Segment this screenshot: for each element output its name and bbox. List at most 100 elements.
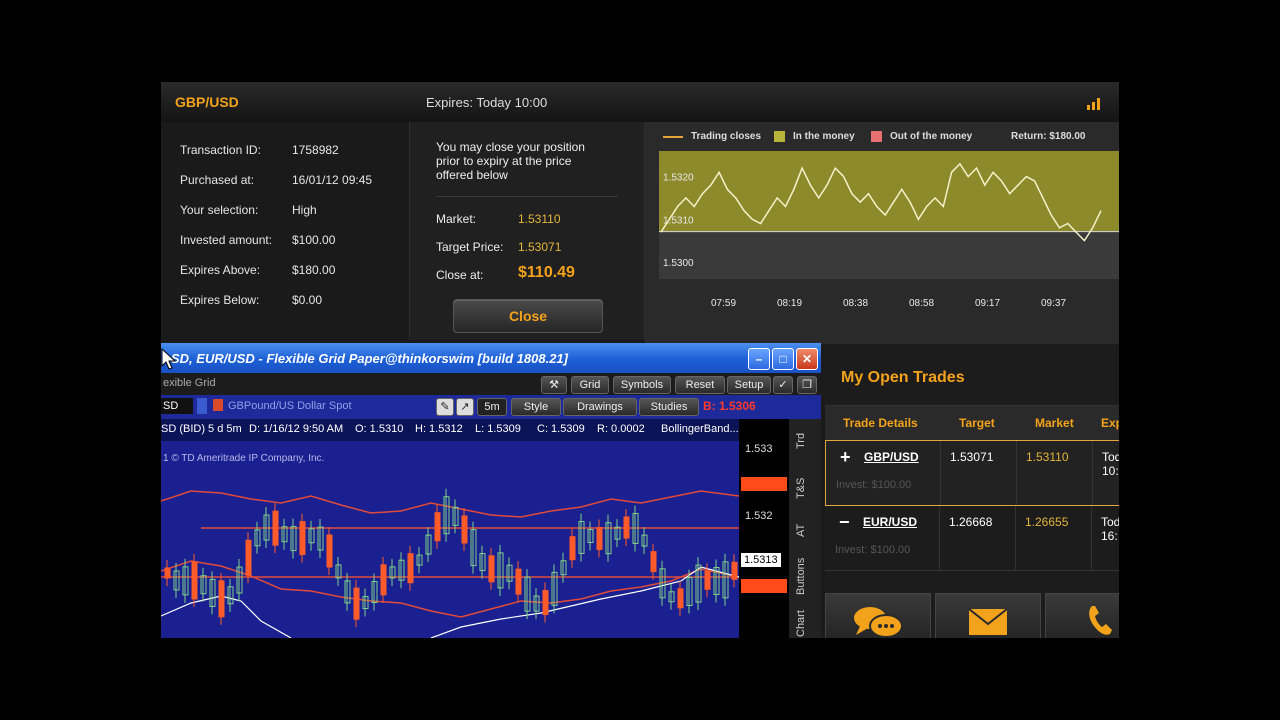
x-tick-label: 08:19 bbox=[777, 298, 802, 309]
close-at-label: Close at: bbox=[436, 268, 484, 282]
chart-symbol-info: SD (BID) 5 d 5m bbox=[161, 423, 242, 435]
detach-icon[interactable]: ❐ bbox=[797, 376, 817, 394]
close-at-value: $110.49 bbox=[518, 264, 575, 281]
trade-symbol-link[interactable]: GBP/USD bbox=[864, 450, 919, 464]
expand-icon[interactable]: + bbox=[840, 447, 851, 468]
setup-button[interactable]: Setup bbox=[727, 376, 771, 394]
price-tick: 1.532 bbox=[745, 510, 773, 522]
range-value: R: 0.0002 bbox=[597, 423, 645, 435]
candle-body bbox=[623, 516, 630, 539]
chat-icon bbox=[854, 607, 903, 638]
expires-above-value: $180.00 bbox=[292, 263, 336, 277]
side-tabs: Trd T&S AT Buttons Chart bbox=[789, 419, 821, 638]
trade-market: 1.26655 bbox=[1025, 515, 1069, 529]
header-target: Target bbox=[959, 416, 995, 430]
trade-row[interactable]: − EUR/USD Invest: $100.00 1.26668 1.2665… bbox=[825, 506, 1119, 571]
tab-at[interactable]: AT bbox=[795, 524, 807, 537]
candle-body bbox=[326, 534, 333, 568]
close-button[interactable]: Close bbox=[453, 299, 603, 333]
trade-invest: Invest: $100.00 bbox=[835, 544, 911, 556]
tab-tns[interactable]: T&S bbox=[795, 478, 807, 499]
open-trades-panel: My Open Trades Trade Details Target Mark… bbox=[825, 357, 1119, 638]
expiry-label: Expires: Today 10:00 bbox=[426, 95, 548, 110]
collapse-icon[interactable]: − bbox=[839, 512, 850, 533]
bid-price: B: 1.5306 bbox=[703, 399, 756, 413]
chat-button[interactable] bbox=[825, 593, 931, 638]
tab-chart[interactable]: Chart bbox=[795, 610, 807, 637]
candle-body bbox=[245, 539, 252, 576]
trades-header-row: Trade Details Target Market Exp bbox=[825, 405, 1119, 440]
minimize-button[interactable]: – bbox=[748, 348, 770, 370]
x-tick-label: 09:37 bbox=[1041, 298, 1066, 309]
thinkorswim-window[interactable]: SD, EUR/USD - Flexible Grid Paper@thinko… bbox=[161, 343, 821, 638]
candle-body bbox=[407, 553, 414, 584]
column-divider bbox=[1016, 441, 1017, 505]
tos-title-bar[interactable]: SD, EUR/USD - Flexible Grid Paper@thinko… bbox=[161, 343, 821, 373]
signal-icon[interactable] bbox=[1086, 96, 1102, 110]
trade-symbol-link[interactable]: EUR/USD bbox=[863, 515, 917, 529]
trade-row[interactable]: + GBP/USD Invest: $100.00 1.53071 1.5311… bbox=[825, 440, 1119, 506]
market-label: Market: bbox=[436, 212, 477, 226]
divider bbox=[436, 196, 618, 197]
symbol-description: GBPound/US Dollar Spot bbox=[228, 400, 352, 412]
trading-closes-swatch bbox=[663, 136, 683, 138]
open-trades-title: My Open Trades bbox=[841, 369, 965, 386]
purchased-label: Purchased at: bbox=[180, 173, 255, 187]
flag-icon bbox=[213, 399, 223, 411]
in-money-swatch bbox=[774, 131, 785, 142]
candle-body bbox=[542, 590, 549, 616]
email-button[interactable] bbox=[935, 593, 1041, 638]
chart-copyright: 1 © TD Ameritrade IP Company, Inc. bbox=[163, 453, 324, 464]
studies-button[interactable]: Studies bbox=[639, 398, 699, 416]
chart-date-info: D: 1/16/12 9:50 AM bbox=[249, 423, 344, 435]
candle-body bbox=[731, 561, 738, 580]
price-tick: 1.533 bbox=[745, 443, 773, 455]
candle-body bbox=[596, 526, 603, 550]
symbols-button[interactable]: Symbols bbox=[613, 376, 671, 394]
current-price-marker: 1.5313 bbox=[741, 553, 781, 567]
chart-info-bar: SD (BID) 5 d 5m D: 1/16/12 9:50 AM O: 1.… bbox=[161, 419, 739, 441]
candle-body bbox=[677, 588, 684, 609]
price-line-chart[interactable]: 1.53201.53101.5300 07:59 08:19 08:38 08:58 0… bbox=[659, 151, 1119, 317]
candle-body bbox=[299, 521, 306, 556]
close-window-button[interactable]: ✕ bbox=[796, 348, 818, 370]
dropdown-icon[interactable] bbox=[197, 398, 207, 414]
invested-value: $100.00 bbox=[292, 233, 336, 247]
column-divider bbox=[940, 441, 941, 505]
call-button[interactable] bbox=[1045, 593, 1119, 638]
out-money-swatch bbox=[871, 131, 882, 142]
timeframe-selector[interactable]: 5m bbox=[477, 398, 507, 416]
envelope-icon bbox=[968, 608, 1008, 635]
tab-buttons[interactable]: Buttons bbox=[795, 558, 807, 595]
y-tick-label: 1.5300 bbox=[663, 258, 694, 269]
mouse-cursor-icon bbox=[161, 348, 177, 370]
drawing-tool-icon[interactable]: ✎ bbox=[436, 398, 454, 416]
expires-below-value: $0.00 bbox=[292, 293, 323, 307]
cursor-tool-icon[interactable]: ↗ bbox=[456, 398, 474, 416]
x-tick-label: 08:58 bbox=[909, 298, 934, 309]
column-divider bbox=[1015, 506, 1016, 570]
candle-body bbox=[515, 568, 522, 595]
symbol-input[interactable]: SD bbox=[161, 398, 193, 414]
candlestick-chart[interactable]: 1 © TD Ameritrade IP Company, Inc. bbox=[161, 441, 739, 638]
in-money-zone bbox=[659, 151, 1119, 232]
grid-name: exible Grid bbox=[163, 377, 216, 389]
bid-marker bbox=[741, 579, 787, 593]
header-market: Market bbox=[1035, 416, 1074, 430]
reset-button[interactable]: Reset bbox=[675, 376, 725, 394]
drawings-button[interactable]: Drawings bbox=[563, 398, 637, 416]
target-price-label: Target Price: bbox=[436, 240, 504, 254]
out-money-zone bbox=[659, 231, 1119, 279]
trade-invest: Invest: $100.00 bbox=[836, 479, 912, 491]
wrench-icon[interactable]: ⚒ bbox=[541, 376, 567, 394]
grid-button[interactable]: Grid bbox=[571, 376, 609, 394]
maximize-button[interactable]: □ bbox=[772, 348, 794, 370]
selection-value: High bbox=[292, 203, 317, 217]
transaction-id-value: 1758982 bbox=[292, 143, 339, 157]
candle-body bbox=[218, 580, 225, 618]
candle-body bbox=[272, 510, 279, 546]
trade-expiry: Tod 10: bbox=[1102, 450, 1119, 478]
checkmark-icon[interactable]: ✓ bbox=[773, 376, 793, 394]
style-button[interactable]: Style bbox=[511, 398, 561, 416]
tab-trd[interactable]: Trd bbox=[795, 433, 807, 449]
